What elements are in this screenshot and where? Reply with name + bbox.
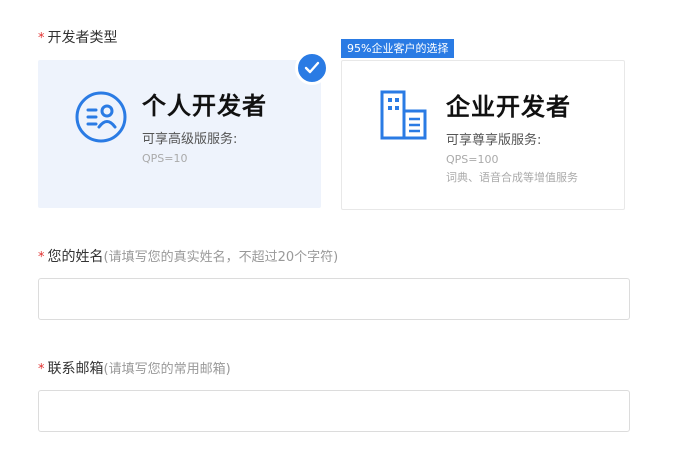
name-input[interactable] xyxy=(38,278,630,320)
email-field-hint: (请填写您的常用邮箱) xyxy=(103,362,231,377)
enterprise-badge: 95%企业客户的选择 xyxy=(341,39,455,58)
developer-type-label: * 开发者类型 xyxy=(38,27,118,47)
name-field-hint: (请填写您的真实姓名，不超过20个字符) xyxy=(103,250,339,265)
personal-card-title: 个人开发者 xyxy=(142,92,267,120)
name-field-label: * 您的姓名(请填写您的真实姓名，不超过20个字符) xyxy=(38,246,338,266)
personal-developer-card[interactable]: 个人开发者 可享高级版服务: QPS=10 xyxy=(38,60,321,208)
enterprise-developer-card[interactable]: 企业开发者 可享尊享版服务: QPS=100 词典、语音合成等增值服务 xyxy=(341,60,625,210)
personal-card-subtitle: 可享高级版服务: xyxy=(142,132,238,147)
name-field-label-text: 您的姓名 xyxy=(47,249,104,265)
required-mark: * xyxy=(38,362,45,377)
email-field-label-text: 联系邮箱 xyxy=(47,361,104,377)
email-input[interactable] xyxy=(38,390,630,432)
email-field-label: * 联系邮箱(请填写您的常用邮箱) xyxy=(38,358,231,378)
required-mark: * xyxy=(38,31,45,46)
developer-type-label-text: 开发者类型 xyxy=(47,30,118,46)
building-icon xyxy=(380,90,427,140)
required-mark: * xyxy=(38,250,45,265)
personal-developer-icon xyxy=(75,91,127,143)
enterprise-card-title: 企业开发者 xyxy=(446,93,571,121)
enterprise-card-extras: 词典、语音合成等增值服务 xyxy=(446,171,578,184)
personal-card-qps: QPS=10 xyxy=(142,152,188,165)
enterprise-card-subtitle: 可享尊享版服务: xyxy=(446,133,542,148)
selected-check-icon xyxy=(295,51,329,85)
enterprise-card-qps: QPS=100 xyxy=(446,153,499,166)
